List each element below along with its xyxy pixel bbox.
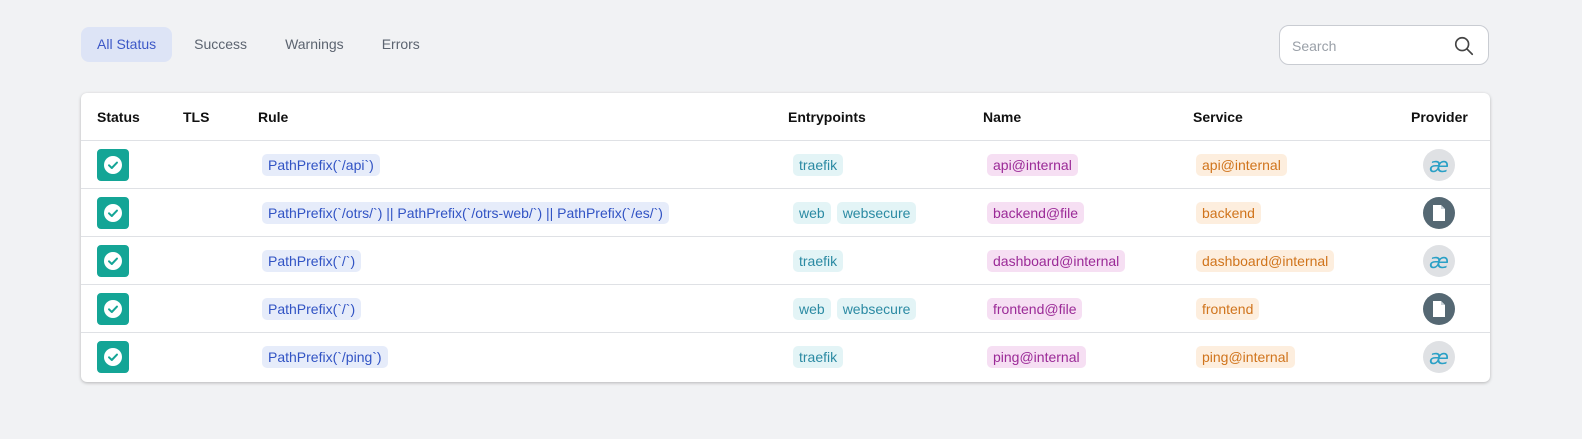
name-chip: ping@internal [987,346,1086,368]
provider-cell: æ [1423,333,1455,381]
rule-chip: PathPrefix(`/otrs/`) || PathPrefix(`/otr… [262,202,669,224]
status-filter-tabs: All Status Success Warnings Errors [81,27,436,62]
name-cell: frontend@file [987,285,1083,333]
entrypoint-chip: traefik [793,250,844,272]
service-cell: frontend [1196,285,1260,333]
provider-avatar: æ [1423,149,1455,181]
status-cell [97,237,129,285]
service-chip: ping@internal [1196,346,1295,368]
check-circle-icon [104,348,122,366]
service-chip: dashboard@internal [1196,250,1335,272]
routers-table: Status TLS Rule Entrypoints Name Service… [81,93,1490,382]
check-circle-icon [104,156,122,174]
tab-warnings[interactable]: Warnings [269,27,360,62]
provider-cell: æ [1423,237,1455,285]
status-cell [97,189,129,237]
status-badge [97,197,129,229]
rule-cell: PathPrefix(`/ping`) [262,333,388,381]
service-chip: api@internal [1196,154,1287,176]
check-circle-icon [104,204,122,222]
ae-ligature-icon: æ [1429,345,1449,369]
service-chip: backend [1196,202,1261,224]
status-badge [97,149,129,181]
check-circle-icon [104,252,122,270]
name-chip: frontend@file [987,298,1083,320]
status-cell [97,285,129,333]
service-chip: frontend [1196,298,1260,320]
provider-cell [1423,285,1455,333]
ae-ligature-icon: æ [1429,153,1449,177]
column-header-entrypoints[interactable]: Entrypoints [788,109,866,125]
status-badge [97,341,129,373]
rule-cell: PathPrefix(`/api`) [262,141,380,189]
column-header-status[interactable]: Status [97,109,140,125]
name-cell: backend@file [987,189,1085,237]
rule-chip: PathPrefix(`/api`) [262,154,380,176]
rule-chip: PathPrefix(`/ping`) [262,346,388,368]
file-icon [1433,301,1445,317]
entrypoint-chip: web [793,298,831,320]
name-cell: api@internal [987,141,1078,189]
table-row[interactable]: PathPrefix(`/`) web websecure frontend@file… [81,285,1490,333]
entrypoint-chip: web [793,202,831,224]
name-chip: dashboard@internal [987,250,1126,272]
entrypoint-chip: traefik [793,154,844,176]
column-header-provider[interactable]: Provider [1411,109,1468,125]
service-cell: backend [1196,189,1261,237]
entrypoint-chip: traefik [793,346,844,368]
table-body: PathPrefix(`/api`) traefik api@internal api… [81,141,1490,381]
provider-cell [1423,189,1455,237]
status-badge [97,245,129,277]
entrypoints-cell: web websecure [793,189,917,237]
service-cell: dashboard@internal [1196,237,1335,285]
table-row[interactable]: PathPrefix(`/`) traefik dashboard@internal… [81,237,1490,285]
file-icon [1433,205,1445,221]
check-circle-icon [104,300,122,318]
table-row[interactable]: PathPrefix(`/ping`) traefik ping@internal p… [81,333,1490,381]
rule-cell: PathPrefix(`/`) [262,237,362,285]
rule-chip: PathPrefix(`/`) [262,250,362,272]
ae-ligature-icon: æ [1429,249,1449,273]
search-input[interactable] [1292,36,1442,56]
entrypoints-cell: traefik [793,237,844,285]
status-cell [97,141,129,189]
name-cell: ping@internal [987,333,1086,381]
entrypoint-chip: websecure [836,202,917,224]
entrypoints-cell: traefik [793,333,844,381]
table-row[interactable]: PathPrefix(`/api`) traefik api@internal api… [81,141,1490,189]
column-header-service[interactable]: Service [1193,109,1243,125]
service-cell: ping@internal [1196,333,1295,381]
table-row[interactable]: PathPrefix(`/otrs/`) || PathPrefix(`/otr… [81,189,1490,237]
service-cell: api@internal [1196,141,1287,189]
rule-cell: PathPrefix(`/otrs/`) || PathPrefix(`/otr… [262,189,669,237]
column-header-rule[interactable]: Rule [258,109,288,125]
tab-errors[interactable]: Errors [366,27,436,62]
provider-avatar: æ [1423,341,1455,373]
entrypoints-cell: web websecure [793,285,917,333]
table-header: Status TLS Rule Entrypoints Name Service… [81,93,1490,141]
name-chip: api@internal [987,154,1078,176]
tab-all-status[interactable]: All Status [81,27,173,62]
column-header-tls[interactable]: TLS [183,109,209,125]
search-box [1279,25,1489,65]
status-badge [97,293,129,325]
rule-cell: PathPrefix(`/`) [262,285,362,333]
column-header-name[interactable]: Name [983,109,1021,125]
tab-success[interactable]: Success [178,27,263,62]
provider-cell: æ [1423,141,1455,189]
status-cell [97,333,129,381]
provider-avatar: æ [1423,245,1455,277]
name-cell: dashboard@internal [987,237,1126,285]
provider-avatar [1423,197,1455,229]
rule-chip: PathPrefix(`/`) [262,298,362,320]
entrypoints-cell: traefik [793,141,844,189]
provider-avatar [1423,293,1455,325]
search-icon[interactable] [1453,35,1475,57]
name-chip: backend@file [987,202,1085,224]
entrypoint-chip: websecure [836,298,917,320]
